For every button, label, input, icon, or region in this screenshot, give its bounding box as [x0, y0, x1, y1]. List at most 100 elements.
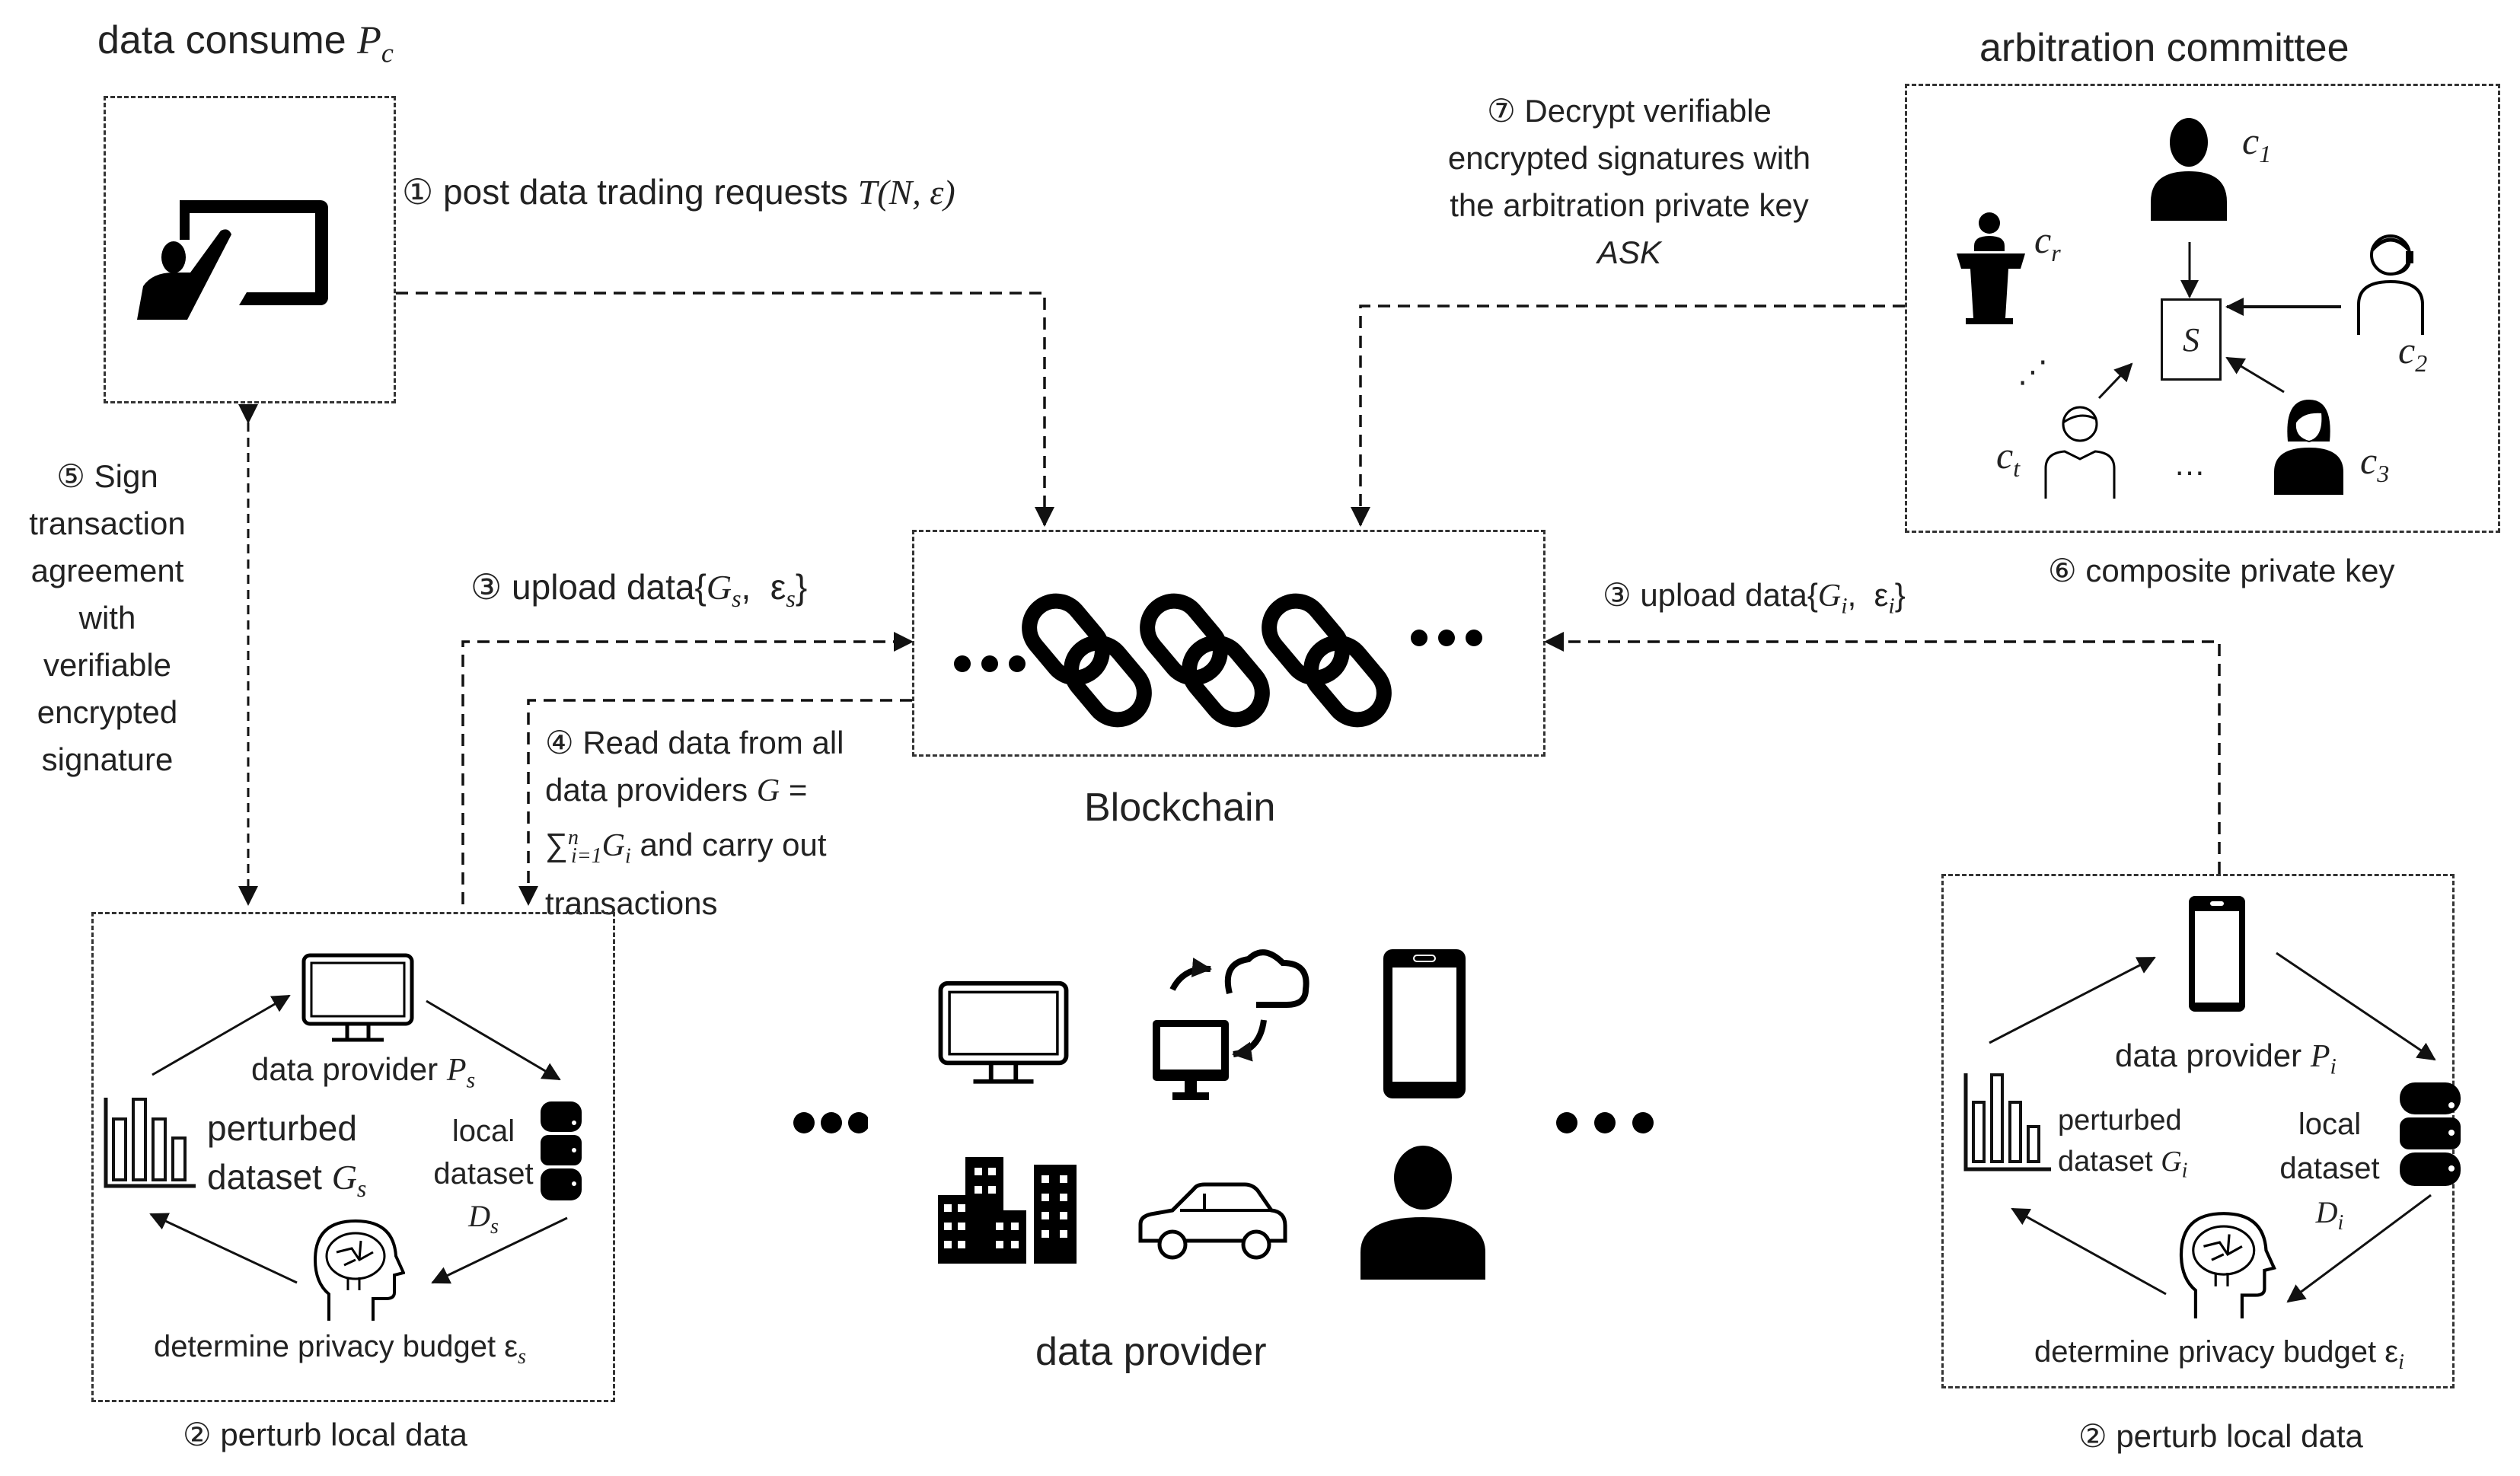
step3-sep: , [741, 567, 770, 607]
step5-line: encrypted [37, 694, 178, 730]
step2-number: ② [183, 1417, 212, 1452]
smartphone-icon [1383, 949, 1466, 1098]
city-buildings-icon [938, 1157, 1077, 1264]
arrow-step7 [1351, 304, 1905, 527]
member-sub: r [2051, 239, 2061, 266]
consumer-symbol: P [357, 19, 381, 62]
ellipsis-left-icon [793, 1112, 868, 1133]
step4-eq: = [780, 772, 808, 808]
step5-line: signature [41, 741, 174, 777]
budget-symbol-sub: s [518, 1345, 527, 1369]
step3-g-sub: i [1841, 593, 1848, 619]
step1-text: post data trading requests [443, 172, 848, 212]
member-c1-label: c1 [2242, 118, 2271, 168]
perturbed-symbol: G [2161, 1146, 2182, 1178]
arbitration-title: arbitration committee [1979, 26, 2349, 70]
step5-number: ⑤ [56, 458, 85, 494]
data-provider-group-label: data provider [1035, 1330, 1267, 1374]
budget-label-text: determine privacy budget [2034, 1335, 2377, 1369]
step3-left-label: ③ upload data{Gs, εs} [471, 566, 807, 614]
local-line: dataset [2279, 1152, 2380, 1185]
step4-gi-sub: i [624, 844, 631, 869]
step5-line: agreement [30, 553, 184, 588]
perturbed-line: perturbed [207, 1108, 357, 1148]
bar-chart-icon [104, 1098, 196, 1188]
member-sub: 1 [2259, 140, 2272, 167]
step2-text: perturb local data [220, 1417, 467, 1452]
step3-number: ③ [471, 567, 502, 607]
brain-head-icon [2179, 1212, 2276, 1318]
member-label: c [2034, 218, 2052, 261]
provider-label-text: data provider [251, 1051, 439, 1087]
step3-close: } [795, 567, 808, 607]
member-sub: 3 [2377, 460, 2390, 487]
chain-links-icon [954, 593, 1482, 728]
local-line: local [451, 1114, 515, 1148]
step7-line: the arbitration private key [1450, 187, 1809, 223]
members-ellipsis: … [2174, 446, 2206, 482]
step7-line: ⑦ Decrypt verifiable [1393, 88, 1865, 135]
step2-number: ② [2078, 1418, 2107, 1454]
step3-g: G [1817, 579, 1842, 614]
local-line: Di [2273, 1191, 2387, 1245]
step5-line: verifiable [43, 647, 172, 683]
perturbed-line: dataset Gi [2058, 1141, 2187, 1192]
budget-symbol: ε [504, 1330, 518, 1363]
perturbed-line: dataset Gs [207, 1152, 366, 1213]
headset-person-icon [2357, 234, 2424, 335]
step3-eps: ε [770, 567, 786, 607]
step2-text: perturb local data [2116, 1418, 2363, 1454]
local-symbol-sub: s [490, 1215, 499, 1239]
provider-symbol: P [446, 1053, 467, 1088]
local-line: local [2298, 1108, 2362, 1141]
step3-text: upload data{ [512, 567, 707, 607]
perturbed-right-label: perturbed dataset Gi [2058, 1100, 2187, 1192]
brain-head-icon [314, 1219, 405, 1321]
step5-line-text: Sign [94, 458, 158, 494]
monitor-icon [301, 953, 414, 1042]
step3-sep: , [1847, 577, 1874, 613]
step7-line: encrypted signatures with [1447, 140, 1811, 176]
step6-label: ⑥ composite private key [2048, 552, 2395, 590]
budget-right-label: determine privacy budget εi [2034, 1334, 2404, 1376]
database-icon [541, 1101, 582, 1200]
step5-line: transaction [29, 505, 186, 541]
member-label: c [2398, 329, 2416, 371]
step5-label: ⑤ Sign transaction agreement with verifi… [8, 453, 207, 783]
monitor-icon [938, 980, 1069, 1084]
secret-s-box: S [2161, 298, 2222, 381]
step4-line-text: and carry out [640, 827, 827, 862]
computer-cloud-sync-icon [1153, 949, 1309, 1100]
provider-right-label: data provider Pi [2115, 1037, 2337, 1080]
local-line: Ds [426, 1195, 541, 1248]
perturbed-symbol: G [331, 1158, 357, 1197]
step4-sum-sub: i=1 [570, 844, 602, 869]
budget-symbol-sub: i [2398, 1350, 2404, 1374]
member-label: c [2360, 439, 2378, 482]
step4-g: G [756, 773, 780, 808]
step4-sum: ∑ [545, 827, 568, 862]
provider-left-label: data provider Ps [251, 1050, 475, 1094]
presenter-board-icon [137, 200, 328, 320]
budget-label-text: determine privacy budget [154, 1330, 496, 1363]
step6-text: composite private key [2085, 553, 2395, 588]
member-cr-label: cr [2034, 217, 2061, 267]
step7-line-text: Decrypt verifiable [1524, 93, 1772, 129]
bar-chart-icon [1963, 1073, 2051, 1172]
podium-speaker-icon [1957, 212, 2025, 324]
step3-eps-sub: i [1888, 593, 1895, 619]
local-symbol: D [2315, 1195, 2338, 1229]
step4-gi: G [601, 828, 625, 863]
budget-left-label: determine privacy budget εs [154, 1328, 526, 1370]
step5-line: with [78, 600, 136, 636]
step3-g: G [706, 568, 732, 607]
provider-symbol-sub: i [2330, 1054, 2337, 1079]
step6-number: ⑥ [2048, 553, 2077, 588]
person-icon [2151, 118, 2227, 221]
member-c3-label: c3 [2360, 438, 2389, 488]
provider-label-text: data provider [2115, 1038, 2302, 1073]
blockchain-label: Blockchain [1084, 786, 1276, 830]
man-outline-icon [2044, 406, 2116, 499]
perturbed-symbol-sub: s [356, 1175, 367, 1203]
step3-text: upload data{ [1640, 577, 1818, 613]
